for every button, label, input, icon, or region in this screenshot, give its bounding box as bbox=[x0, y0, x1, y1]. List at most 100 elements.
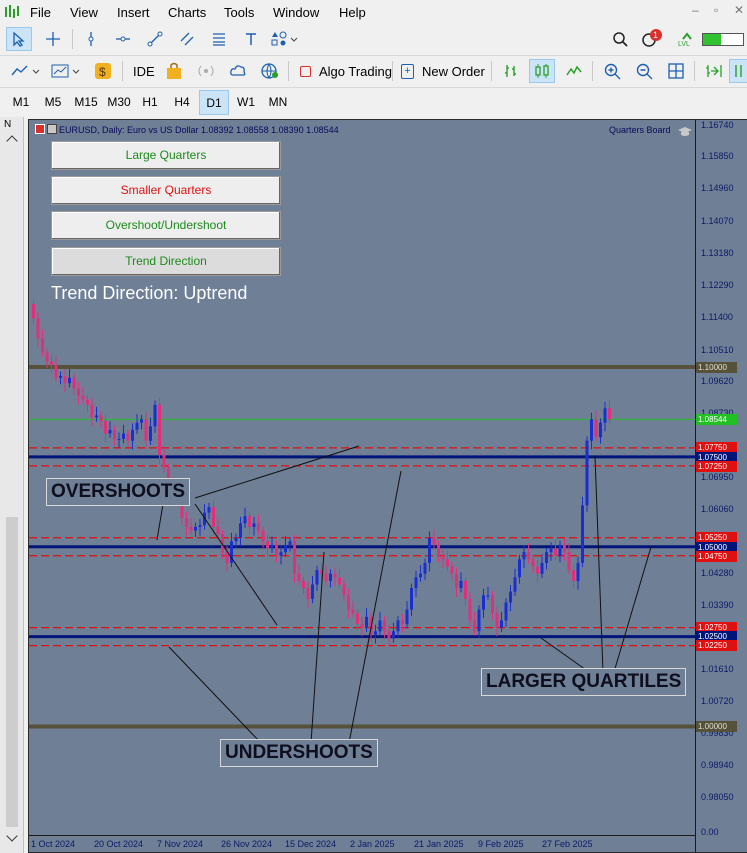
indicators-icon[interactable] bbox=[8, 59, 44, 83]
new-order-button[interactable]: New Order bbox=[422, 64, 485, 79]
timeframe-m15[interactable]: M15 bbox=[70, 90, 102, 115]
candle-body bbox=[549, 548, 553, 553]
signals-icon[interactable] bbox=[193, 59, 219, 83]
shapes-tool-icon[interactable] bbox=[268, 27, 302, 51]
candle-body bbox=[252, 523, 256, 527]
chart-window-icon[interactable] bbox=[47, 124, 57, 134]
timeframe-bar: M1 M5 M15 M30 H1 H4 D1 W1 MN bbox=[0, 87, 747, 116]
candle-body bbox=[486, 595, 490, 597]
x-tick-label: 1 Oct 2024 bbox=[31, 839, 76, 849]
vertical-line-tool-icon[interactable] bbox=[78, 27, 104, 51]
candle-body bbox=[572, 570, 575, 581]
y-tick-label: 1.06950 bbox=[701, 472, 734, 482]
timeframe-m5[interactable]: M5 bbox=[38, 90, 68, 115]
navigator-strip[interactable]: N bbox=[0, 117, 24, 853]
annotation-pointer-line bbox=[194, 445, 360, 499]
zoom-out-icon[interactable] bbox=[631, 59, 657, 83]
timeframe-mn[interactable]: MN bbox=[263, 90, 293, 115]
x-tick-label: 20 Oct 2024 bbox=[94, 839, 144, 849]
menu-tools[interactable]: Tools bbox=[224, 5, 254, 20]
large-quarters-button[interactable]: Large Quarters bbox=[51, 141, 281, 170]
horizontal-line-tool-icon[interactable] bbox=[110, 27, 136, 51]
y-tick-label: 1.04280 bbox=[701, 568, 734, 578]
timeframe-m1[interactable]: M1 bbox=[6, 90, 36, 115]
market-icon[interactable]: $ bbox=[90, 59, 116, 83]
chart-menu-icon[interactable] bbox=[35, 124, 45, 134]
restore-icon[interactable]: ▫ bbox=[714, 3, 718, 17]
vps-icon[interactable] bbox=[257, 59, 283, 83]
navigator-collapse-icon[interactable]: N bbox=[4, 119, 11, 130]
candlestick-chart-icon[interactable] bbox=[529, 59, 555, 83]
algo-trading-stop-icon bbox=[300, 66, 311, 77]
chart-window[interactable]: EURUSD, Daily: Euro vs US Dollar 1.08392… bbox=[28, 119, 747, 853]
trend-direction-button[interactable]: Trend Direction bbox=[51, 247, 281, 276]
chart-title: EURUSD, Daily: Euro vs US Dollar 1.08392… bbox=[59, 125, 339, 135]
menu-window[interactable]: Window bbox=[273, 5, 319, 20]
cursor-tool-icon[interactable] bbox=[6, 27, 32, 51]
y-tick-label: 1.12290 bbox=[701, 280, 734, 290]
annotation-pointer-line bbox=[348, 470, 402, 744]
candle-body bbox=[90, 404, 94, 418]
scroll-up-icon[interactable] bbox=[6, 135, 18, 147]
ide-button[interactable]: IDE bbox=[133, 64, 155, 79]
price-axis[interactable]: 1.16740 1.15850 1.14960 1.14070 1.13180 … bbox=[695, 120, 747, 852]
search-icon[interactable] bbox=[607, 27, 633, 51]
time-axis[interactable]: 1 Oct 2024 20 Oct 2024 7 Nov 2024 26 Nov… bbox=[29, 835, 695, 852]
trendline-tool-icon[interactable] bbox=[142, 27, 168, 51]
minimize-icon[interactable]: – bbox=[692, 3, 699, 17]
menu-help[interactable]: Help bbox=[339, 5, 366, 20]
timeframe-d1[interactable]: D1 bbox=[199, 90, 229, 115]
candle-body bbox=[383, 620, 386, 632]
menu-charts[interactable]: Charts bbox=[168, 5, 206, 20]
text-tool-icon[interactable] bbox=[238, 27, 264, 51]
autoscroll-icon[interactable] bbox=[701, 59, 727, 83]
candle-body bbox=[311, 584, 314, 599]
candle-body bbox=[131, 429, 134, 441]
scrollbar-thumb[interactable] bbox=[6, 517, 18, 827]
candle-body bbox=[72, 377, 76, 389]
annotation-pointer-line bbox=[594, 455, 604, 673]
zoom-in-icon[interactable] bbox=[599, 59, 625, 83]
timeframe-w1[interactable]: W1 bbox=[231, 90, 261, 115]
annotation-pointer-line bbox=[156, 503, 164, 541]
chart-shift-icon[interactable] bbox=[729, 59, 747, 83]
candle-body bbox=[576, 562, 580, 581]
candle-body bbox=[54, 365, 58, 378]
level-icon[interactable]: LVL bbox=[674, 27, 700, 51]
y-tick-label: 1.13180 bbox=[701, 248, 734, 258]
line-chart-icon[interactable] bbox=[561, 59, 587, 83]
candle-body bbox=[261, 530, 265, 542]
annotation-pointer-line bbox=[194, 503, 278, 626]
timeframe-h1[interactable]: H1 bbox=[135, 90, 165, 115]
current-price-tag: 1.08544 bbox=[696, 414, 737, 425]
close-icon[interactable]: ✕ bbox=[734, 3, 744, 17]
candle-body bbox=[477, 609, 481, 632]
smaller-quarters-button[interactable]: Smaller Quarters bbox=[51, 176, 281, 205]
fibonacci-tool-icon[interactable] bbox=[206, 27, 232, 51]
candle-body bbox=[104, 420, 107, 434]
templates-icon[interactable] bbox=[48, 59, 84, 83]
menu-file[interactable]: File bbox=[30, 5, 51, 20]
shopping-bag-icon[interactable] bbox=[161, 59, 187, 83]
menu-insert[interactable]: Insert bbox=[117, 5, 150, 20]
timeframe-h4[interactable]: H4 bbox=[167, 90, 197, 115]
candle-body bbox=[77, 388, 80, 396]
y-tick-label: 1.11400 bbox=[701, 312, 733, 322]
scroll-down-icon[interactable] bbox=[6, 830, 18, 842]
menu-view[interactable]: View bbox=[70, 5, 98, 20]
crosshair-tool-icon[interactable] bbox=[40, 27, 66, 51]
candle-body bbox=[536, 566, 539, 574]
notifications-icon[interactable]: 1 bbox=[640, 27, 666, 51]
candle-body bbox=[333, 573, 337, 578]
candle-body bbox=[522, 552, 526, 560]
overshoot-undershoot-button[interactable]: Overshoot/Undershoot bbox=[51, 211, 281, 240]
channel-tool-icon[interactable] bbox=[174, 27, 200, 51]
algo-trading-button[interactable]: Algo Trading bbox=[319, 64, 392, 79]
candle-body bbox=[315, 570, 319, 585]
cloud-icon[interactable] bbox=[225, 59, 251, 83]
svg-text:$: $ bbox=[99, 65, 106, 79]
tile-windows-icon[interactable] bbox=[663, 59, 689, 83]
timeframe-m30[interactable]: M30 bbox=[103, 90, 135, 115]
bar-chart-icon[interactable] bbox=[498, 59, 524, 83]
candle-body bbox=[513, 577, 517, 592]
